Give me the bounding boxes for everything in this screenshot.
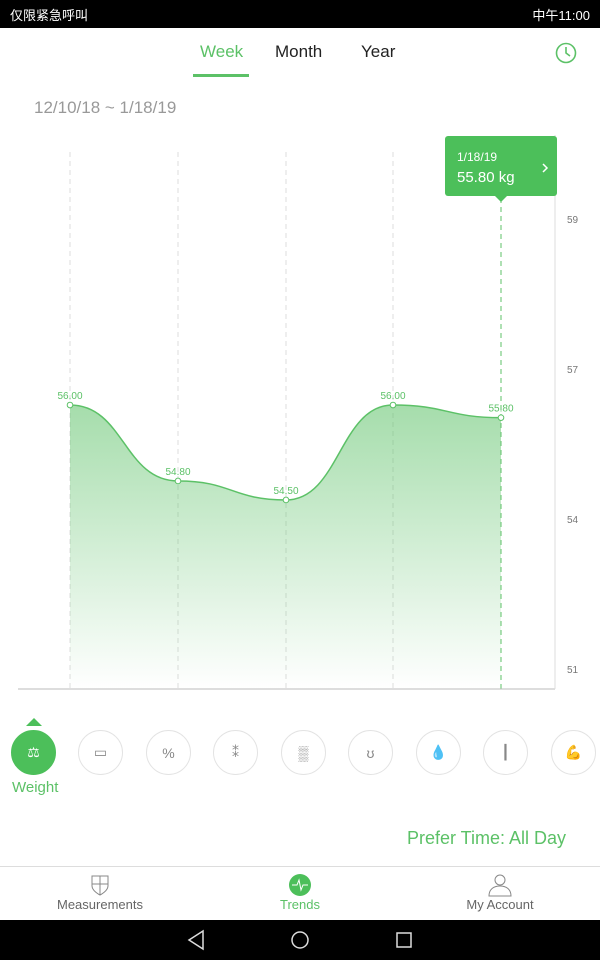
status-left-text: 仅限紧急呼叫 xyxy=(10,7,89,23)
tab-week[interactable]: Week xyxy=(200,42,243,62)
metric-label-weight: Weight xyxy=(12,779,59,796)
data-point[interactable] xyxy=(389,401,397,409)
y-tick-label: 54 xyxy=(567,515,579,526)
kidney-icon[interactable]: ʊ xyxy=(348,730,393,775)
nav-my-account[interactable]: My Account xyxy=(400,867,600,920)
water-drops-icon[interactable]: 💧 xyxy=(416,730,461,775)
spine-icon[interactable]: ⁑ xyxy=(213,730,258,775)
tooltip[interactable]: 1/18/19 55.80 kg xyxy=(445,136,557,202)
percent-icon[interactable]: % xyxy=(146,730,191,775)
tab-underline xyxy=(193,74,249,77)
data-point[interactable] xyxy=(174,477,182,485)
nav-label: My Account xyxy=(466,897,534,912)
home-icon[interactable] xyxy=(291,931,309,949)
weight-icon[interactable]: ⚖ xyxy=(11,730,56,775)
bottom-nav: Measurements Trends My Account xyxy=(0,866,600,920)
clock-icon[interactable] xyxy=(555,42,577,64)
period-tabs: Week Month Year xyxy=(0,40,600,80)
data-label: 54.80 xyxy=(165,467,190,478)
tooltip-date: 1/18/19 xyxy=(457,150,497,164)
data-label: 56.00 xyxy=(57,391,82,402)
nav-label: Measurements xyxy=(57,897,143,912)
nav-label: Trends xyxy=(280,897,320,912)
data-point[interactable] xyxy=(497,414,505,421)
back-icon[interactable] xyxy=(187,929,204,951)
data-point[interactable] xyxy=(66,401,74,409)
metric-selector: ⚖ ▭ % ⁑ ▒ ʊ 💧 ┃ 💪 Weight xyxy=(0,716,600,806)
pulse-icon xyxy=(289,874,311,896)
muscle-icon[interactable]: 💪 xyxy=(551,730,596,775)
system-nav-bar xyxy=(0,920,600,960)
data-point[interactable] xyxy=(282,496,290,504)
tooltip-value: 55.80 kg xyxy=(457,169,515,186)
tab-year[interactable]: Year xyxy=(361,42,395,62)
weight-chart[interactable]: 59 57 54 51 56.00 54.80 54.50 56.00 55.80 1/18/… xyxy=(0,120,600,700)
date-range: 12/10/18 ~ 1/18/19 xyxy=(34,98,177,117)
recents-icon[interactable] xyxy=(396,932,412,948)
chart-area xyxy=(70,405,501,689)
shield-icon xyxy=(91,875,109,896)
status-bar: 仅限紧急呼叫 中午11:00 xyxy=(0,0,600,28)
tab-month[interactable]: Month xyxy=(275,42,322,62)
nav-measurements[interactable]: Measurements xyxy=(0,867,200,920)
fat-tissue-icon[interactable]: ▒ xyxy=(281,730,326,775)
data-label: 56.00 xyxy=(380,391,405,402)
selected-caret xyxy=(26,718,42,726)
y-tick-label: 51 xyxy=(567,665,579,676)
nav-trends[interactable]: Trends xyxy=(200,867,400,920)
user-icon xyxy=(488,874,512,897)
y-tick-label: 57 xyxy=(567,365,579,376)
prefer-time-button[interactable]: Prefer Time: All Day xyxy=(407,828,566,849)
bone-joint-icon[interactable]: ┃ xyxy=(483,730,528,775)
data-label: 54.50 xyxy=(273,486,298,497)
ruler-icon[interactable]: ▭ xyxy=(78,730,123,775)
status-time: 中午11:00 xyxy=(532,7,590,23)
data-label: 55.80 xyxy=(488,404,513,415)
y-tick-label: 59 xyxy=(567,215,579,226)
